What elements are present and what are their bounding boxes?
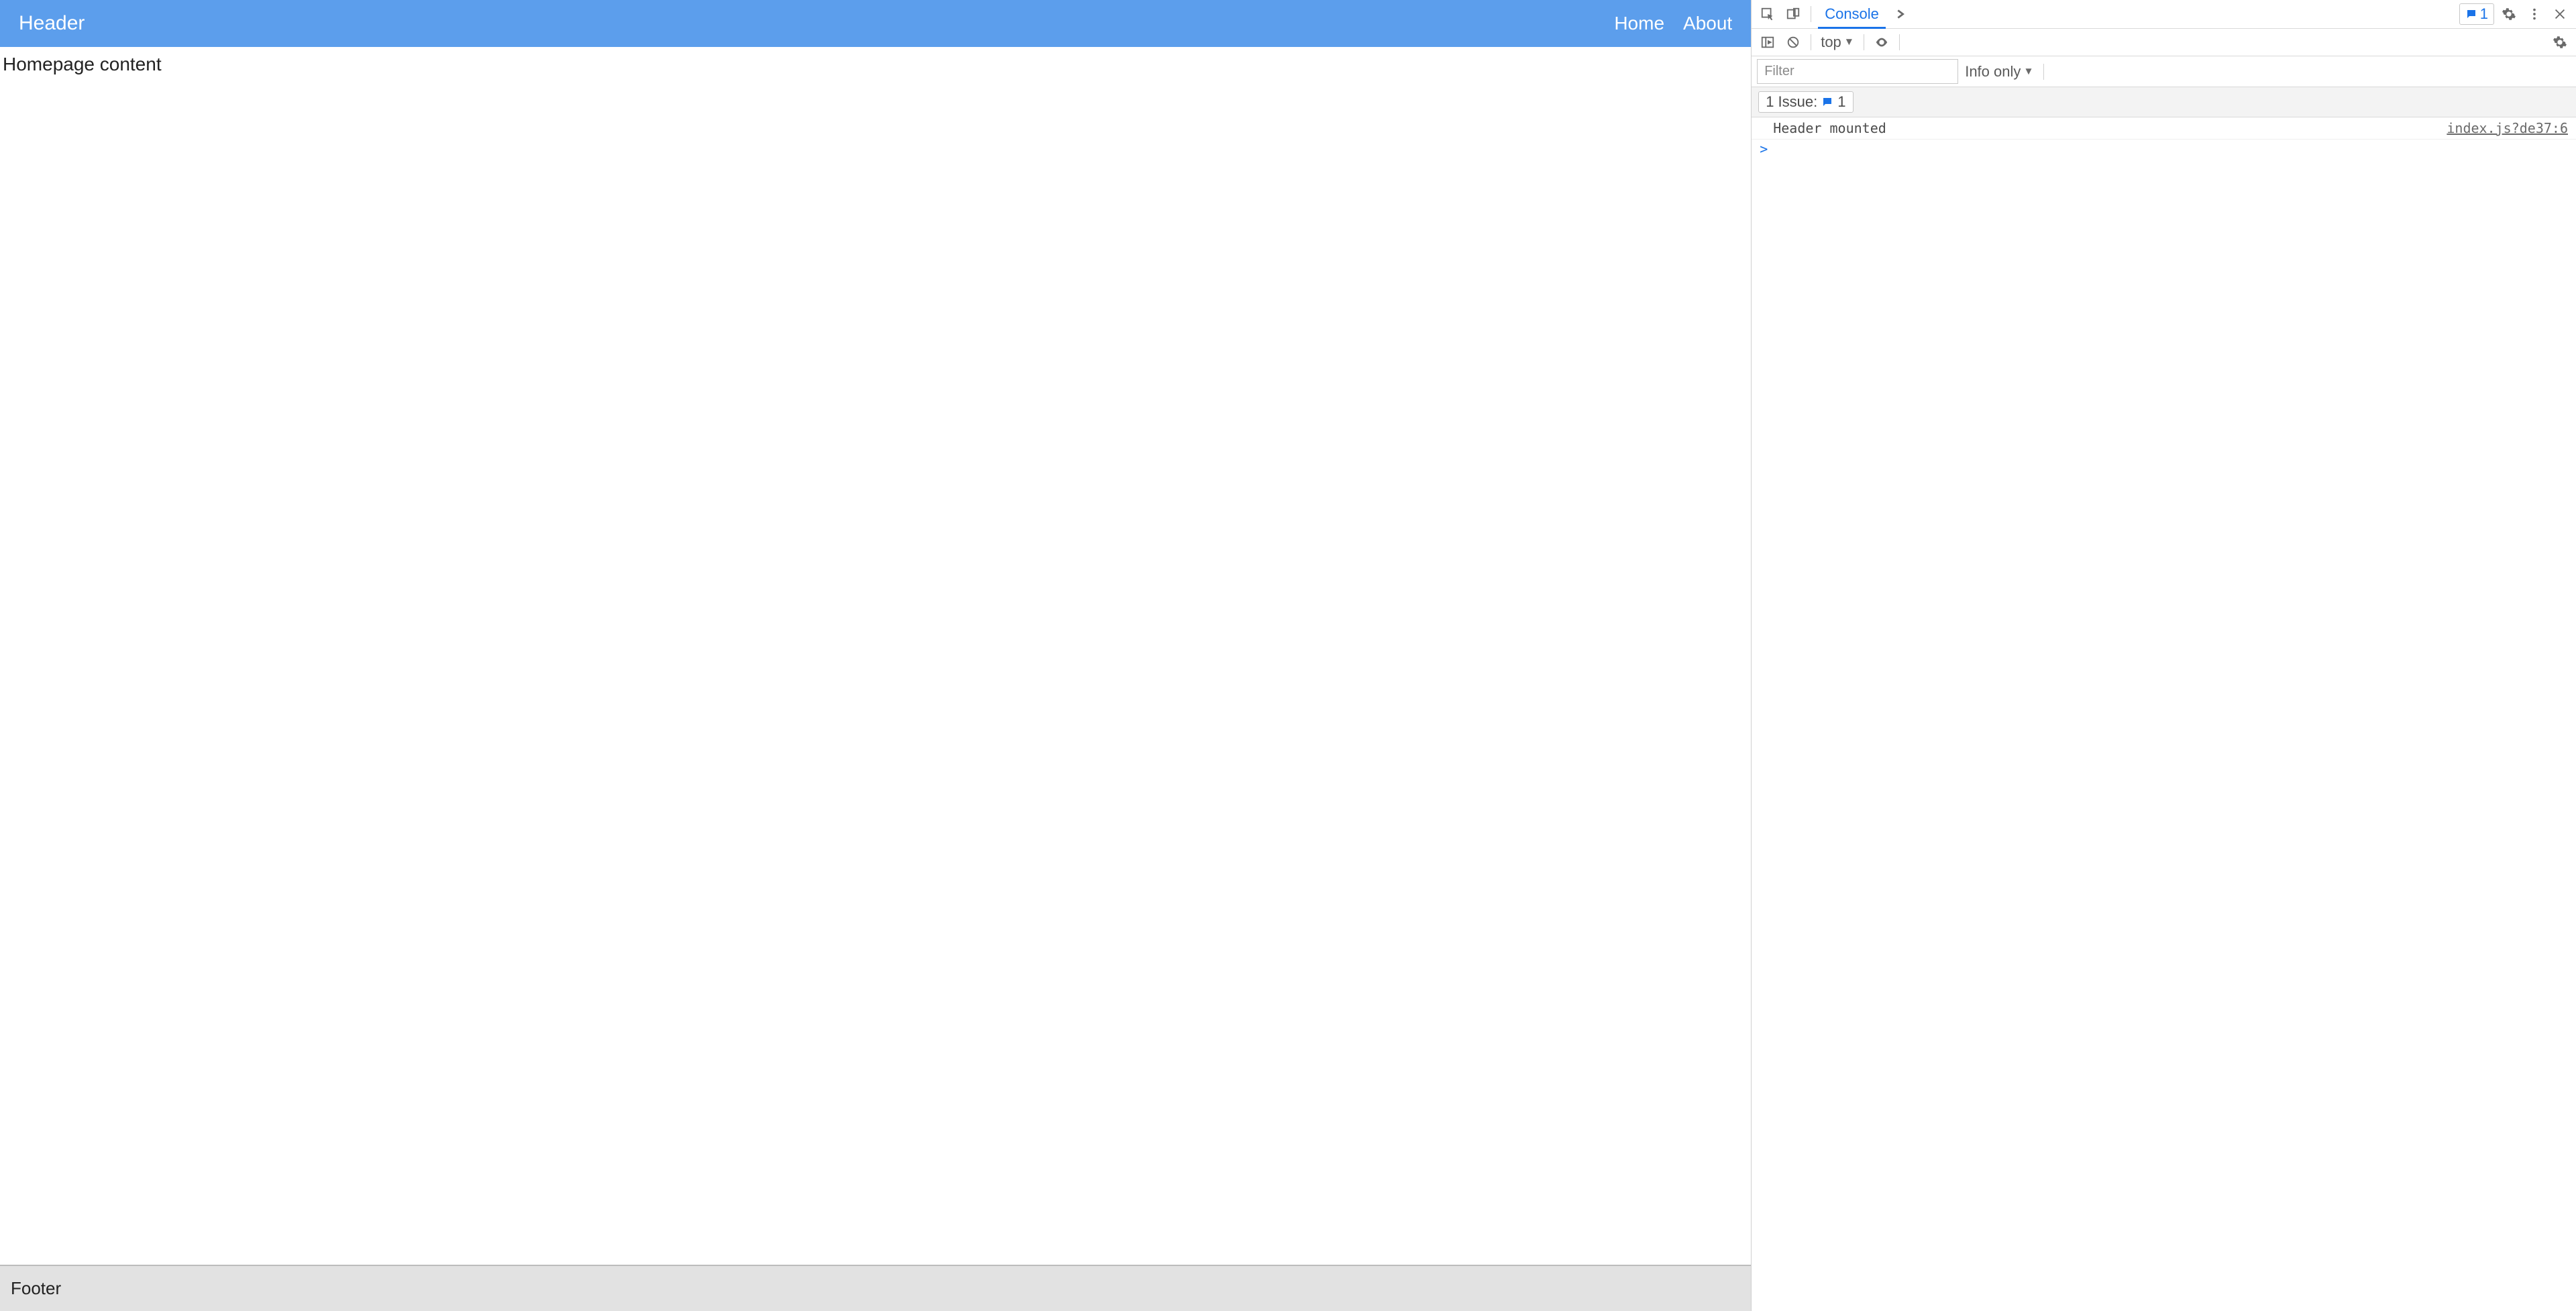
console-toolbar: top <box>1752 29 2576 56</box>
console-log-entry: Header mounted index.js?de37:6 <box>1752 117 2576 140</box>
devtools-tabbar: Console 1 <box>1752 0 2576 29</box>
inspect-element-icon[interactable] <box>1757 3 1778 25</box>
prompt-chevron-icon: > <box>1760 141 1768 157</box>
console-filter-bar: Info only <box>1752 56 2576 87</box>
issues-badge-count: 1 <box>2480 5 2488 23</box>
separator <box>2043 64 2044 80</box>
issues-bar-label: 1 Issue: <box>1766 93 1817 111</box>
devtools-pane: Console 1 top <box>1752 0 2576 1311</box>
homepage-content-text: Homepage content <box>3 54 162 74</box>
console-log-area: Header mounted index.js?de37:6 > <box>1752 117 2576 1311</box>
clear-console-icon[interactable] <box>1782 32 1804 53</box>
kebab-menu-icon[interactable] <box>2524 3 2545 25</box>
issues-bar-count: 1 <box>1837 93 1845 111</box>
message-icon <box>1821 96 1833 108</box>
console-filter-input[interactable] <box>1757 59 1958 84</box>
log-message: Header mounted <box>1773 120 1886 136</box>
settings-icon[interactable] <box>2498 3 2520 25</box>
issues-bar-button[interactable]: 1 Issue: 1 <box>1758 91 1853 113</box>
app-title: Header <box>19 12 85 35</box>
live-expression-icon[interactable] <box>1871 32 1892 53</box>
log-source-link[interactable]: index.js?de37:6 <box>2447 120 2568 136</box>
tab-console[interactable]: Console <box>1818 3 1886 29</box>
app-body: Homepage content <box>0 47 1751 1265</box>
log-level-selector[interactable]: Info only <box>1962 62 2036 82</box>
console-settings-icon[interactable] <box>2549 32 2571 53</box>
app-nav: Home About <box>1614 13 1732 34</box>
more-tabs-icon[interactable] <box>1890 3 1911 25</box>
footer-text: Footer <box>11 1278 61 1298</box>
nav-link-home[interactable]: Home <box>1614 13 1664 34</box>
app-pane: Header Home About Homepage content Foote… <box>0 0 1752 1311</box>
app-footer: Footer <box>0 1265 1751 1311</box>
console-prompt[interactable]: > <box>1752 140 2576 158</box>
console-sidebar-toggle-icon[interactable] <box>1757 32 1778 53</box>
issues-bar: 1 Issue: 1 <box>1752 87 2576 117</box>
separator <box>1899 34 1900 50</box>
device-toolbar-icon[interactable] <box>1782 3 1804 25</box>
nav-link-about[interactable]: About <box>1683 13 1732 34</box>
context-selector[interactable]: top <box>1818 32 1857 52</box>
issues-badge[interactable]: 1 <box>2459 3 2494 25</box>
close-devtools-icon[interactable] <box>2549 3 2571 25</box>
app-header: Header Home About <box>0 0 1751 47</box>
